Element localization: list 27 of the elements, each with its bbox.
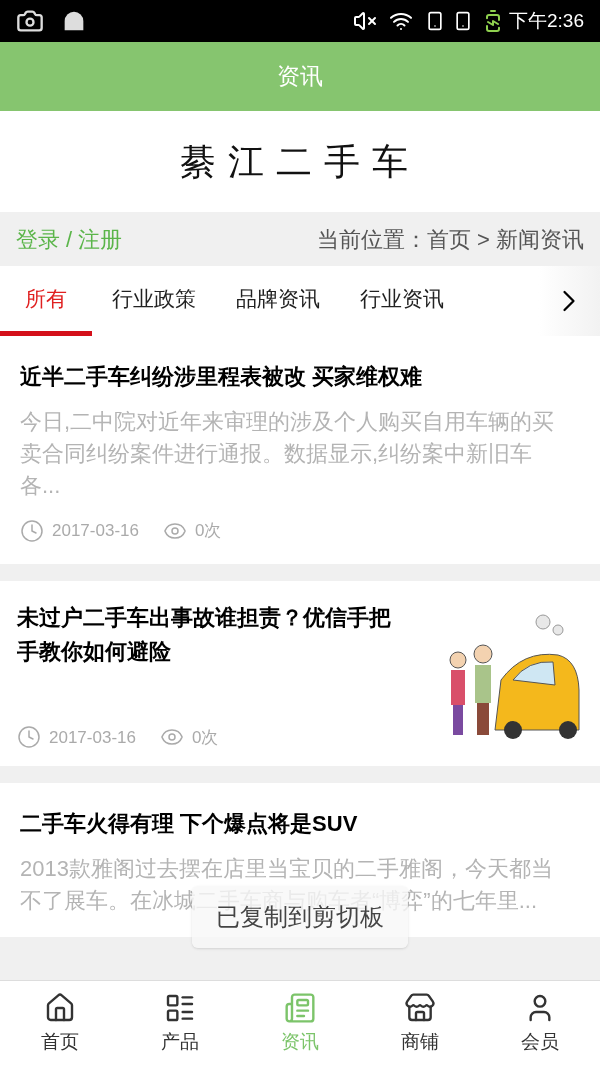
mute-icon — [353, 9, 377, 33]
clock-icon — [20, 518, 44, 543]
status-time: 下午2:36 — [509, 8, 584, 33]
category-tab[interactable]: 行业资讯 — [340, 266, 464, 336]
nav-item[interactable]: 会员 — [480, 981, 600, 1067]
article-title[interactable]: 二手车火得有理 下个爆点将是SUV — [20, 807, 580, 841]
article-date: 2017-03-16 — [49, 726, 136, 749]
header-title: 资讯 — [277, 62, 323, 92]
article-excerpt: 今日,二中院对近年来审理的涉及个人购买自用车辆的买卖合同纠纷案件进行通报。数据显示,纠纷案中新旧车各... — [20, 408, 556, 500]
breadcrumb: 当前位置：首页 > 新闻资讯 — [316, 225, 584, 254]
article-date: 2017-03-16 — [52, 520, 139, 542]
store-icon — [404, 991, 436, 1024]
view-count: 0次 — [191, 726, 219, 749]
nav-item[interactable]: 产品 — [120, 981, 240, 1067]
sim-icon — [453, 9, 473, 33]
home-icon — [44, 991, 76, 1024]
site-title: 綦江二手车 — [180, 139, 420, 184]
sim-icon — [425, 9, 445, 33]
article-title[interactable]: 未过户二手车出事故谁担责？优信手把手教你如何避险 — [17, 600, 409, 669]
view-count: 0次 — [194, 520, 222, 542]
article-title[interactable]: 近半二手车纠纷涉里程表被改 买家维权难 — [20, 360, 580, 394]
nav-item[interactable]: 首页 — [0, 981, 120, 1067]
news-icon — [284, 991, 316, 1024]
nav-item[interactable]: 商铺 — [360, 981, 480, 1067]
category-tab[interactable]: 行业政策 — [92, 266, 216, 336]
clock-icon — [17, 725, 41, 750]
category-tab[interactable]: 品牌资讯 — [216, 266, 340, 336]
